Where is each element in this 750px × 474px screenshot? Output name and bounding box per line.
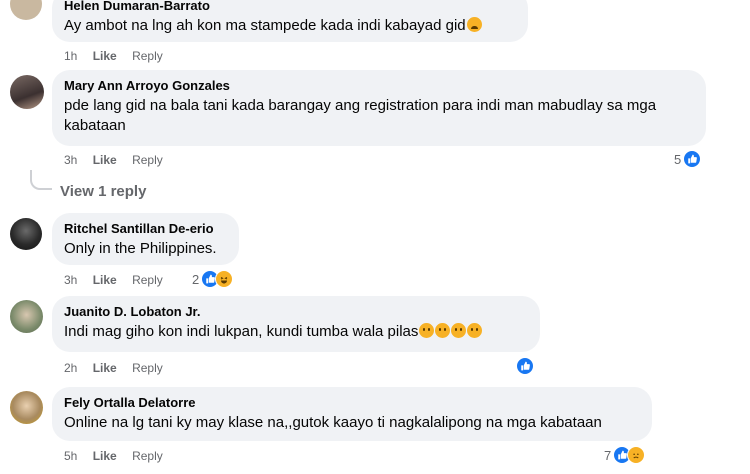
comment-time[interactable]: 3h [64,152,77,168]
reply-button[interactable]: Reply [132,360,163,376]
avatar[interactable] [10,300,43,333]
avatar[interactable] [10,0,42,20]
comment-bubble: Helen Dumaran-Barrato Ay ambot na lng ah… [52,0,528,42]
reply-button[interactable]: Reply [132,272,163,288]
sad-face-emoji-icon [467,323,483,338]
reaction-summary[interactable]: 5 [674,150,702,168]
comment-author[interactable]: Ritchel Santillan De-erio [64,221,227,237]
like-button[interactable]: Like [93,448,117,464]
sad-reaction-icon [627,446,646,464]
avatar[interactable] [10,391,43,424]
like-button[interactable]: Like [93,152,117,168]
comment-text: Indi mag giho kon indi lukpan, kundi tum… [64,322,528,342]
comment-bubble: Fely Ortalla Delatorre Online na lg tani… [52,387,652,441]
sad-face-emoji-icon [451,323,467,338]
comment-author[interactable]: Helen Dumaran-Barrato [64,0,516,14]
comment-bubble: Ritchel Santillan De-erio Only in the Ph… [52,213,239,265]
comment-time[interactable]: 5h [64,448,77,464]
avatar[interactable] [10,75,44,109]
comment-text: Only in the Philippines. [64,240,217,257]
comment-text: pde lang gid na bala tani kada barangay … [64,97,657,134]
reaction-summary[interactable] [516,357,534,375]
haha-icon [215,270,234,288]
comment-actions: 5h Like Reply [64,448,175,464]
sad-face-emoji-icon [419,323,435,338]
comment-author[interactable]: Fely Ortalla Delatorre [64,395,640,411]
comment-time[interactable]: 1h [64,48,77,64]
comment-actions: 2h Like Reply [64,360,175,376]
comment-actions: 3h Like Reply [64,152,175,168]
comment-text-content: Ay ambot na lng ah kon ma stampede kada … [64,17,466,34]
reply-button[interactable]: Reply [132,48,163,64]
comment-text: Ay ambot na lng ah kon ma stampede kada … [64,16,516,36]
avatar[interactable] [10,218,42,250]
tired-face-emoji-icon [466,17,482,32]
reply-button[interactable]: Reply [132,448,163,464]
reaction-count: 7 [604,447,612,463]
thumbs-up-icon [516,357,534,375]
reaction-summary[interactable]: 7 [604,446,646,464]
like-button[interactable]: Like [93,360,117,376]
view-replies-link[interactable]: View 1 reply [60,183,146,200]
reaction-count: 2 [192,271,200,287]
like-button[interactable]: Like [93,48,117,64]
comment-time[interactable]: 2h [64,360,77,376]
comment-bubble: Juanito D. Lobaton Jr. Indi mag giho kon… [52,296,540,352]
reply-button[interactable]: Reply [132,152,163,168]
comment-actions: 1h Like Reply [64,48,175,64]
reply-thread-line [30,170,52,190]
reaction-count: 5 [674,151,682,167]
comment-actions: 3h Like Reply [64,272,175,288]
comment-time[interactable]: 3h [64,272,77,288]
comment-bubble: Mary Ann Arroyo Gonzales pde lang gid na… [52,70,706,146]
sad-face-emoji-icon [435,323,451,338]
reaction-summary[interactable]: 2 [192,270,234,288]
comment-author[interactable]: Juanito D. Lobaton Jr. [64,304,528,320]
comment-author[interactable]: Mary Ann Arroyo Gonzales [64,78,694,94]
like-button[interactable]: Like [93,272,117,288]
comment-text: Online na lg tani ky may klase na,,gutok… [64,414,602,431]
comment-text-content: Indi mag giho kon indi lukpan, kundi tum… [64,323,419,340]
thumbs-up-icon [683,150,702,168]
